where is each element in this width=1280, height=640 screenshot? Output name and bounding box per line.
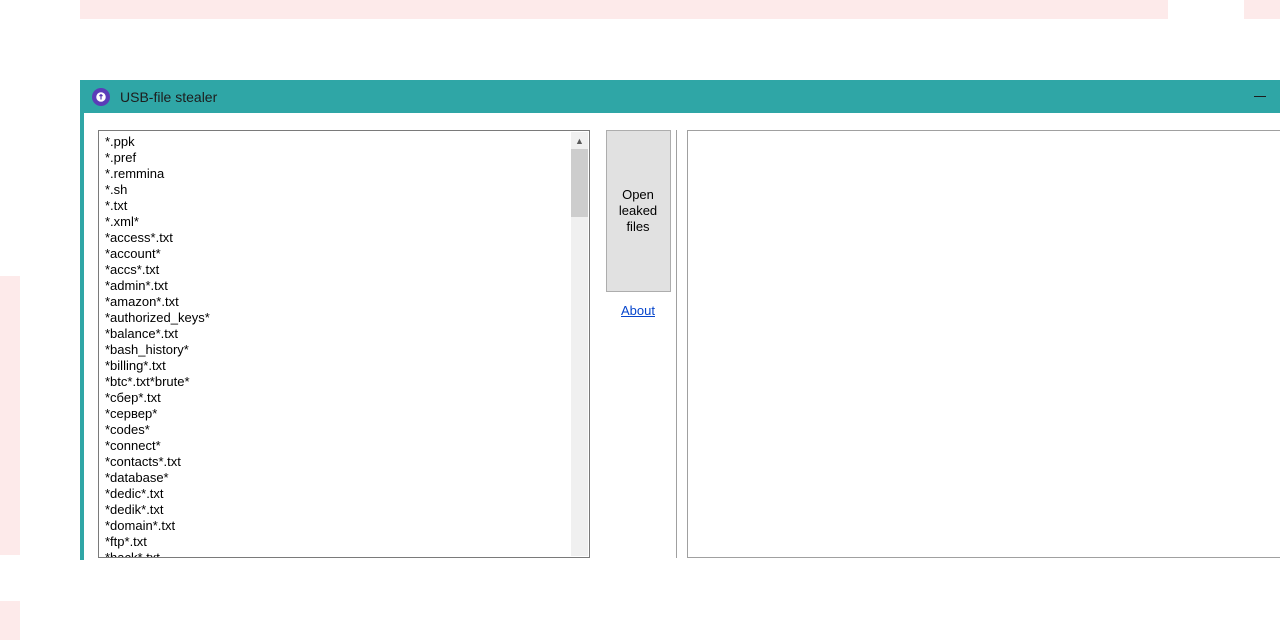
scroll-up-icon[interactable]: ▲	[571, 132, 588, 149]
open-btn-line2: leaked	[619, 203, 657, 219]
open-btn-line1: Open	[619, 187, 657, 203]
minimize-button[interactable]	[1248, 85, 1272, 109]
results-pane	[687, 130, 1280, 558]
open-btn-line3: files	[619, 219, 657, 235]
titlebar[interactable]: USB-file stealer	[84, 80, 1280, 113]
app-icon	[92, 88, 110, 106]
scroll-thumb[interactable]	[571, 149, 588, 217]
list-scrollbar[interactable]: ▲	[571, 132, 588, 556]
background-stripe-right	[1244, 0, 1280, 19]
patterns-list-text: *.ppk *.pref *.remmina *.sh *.txt *.xml*…	[99, 131, 589, 558]
background-stripe-top	[80, 0, 1168, 19]
patterns-listbox[interactable]: *.ppk *.pref *.remmina *.sh *.txt *.xml*…	[98, 130, 590, 558]
minimize-icon	[1254, 96, 1266, 97]
client-area: *.ppk *.pref *.remmina *.sh *.txt *.xml*…	[84, 113, 1280, 560]
middle-column: Open leaked files About	[600, 130, 677, 558]
app-window: USB-file stealer *.ppk *.pref *.remmina …	[80, 80, 1280, 560]
background-stripe-left-2	[0, 601, 20, 640]
about-link[interactable]: About	[621, 303, 655, 318]
window-title: USB-file stealer	[120, 89, 1248, 105]
open-leaked-files-button[interactable]: Open leaked files	[606, 130, 671, 292]
background-stripe-left-1	[0, 276, 20, 555]
